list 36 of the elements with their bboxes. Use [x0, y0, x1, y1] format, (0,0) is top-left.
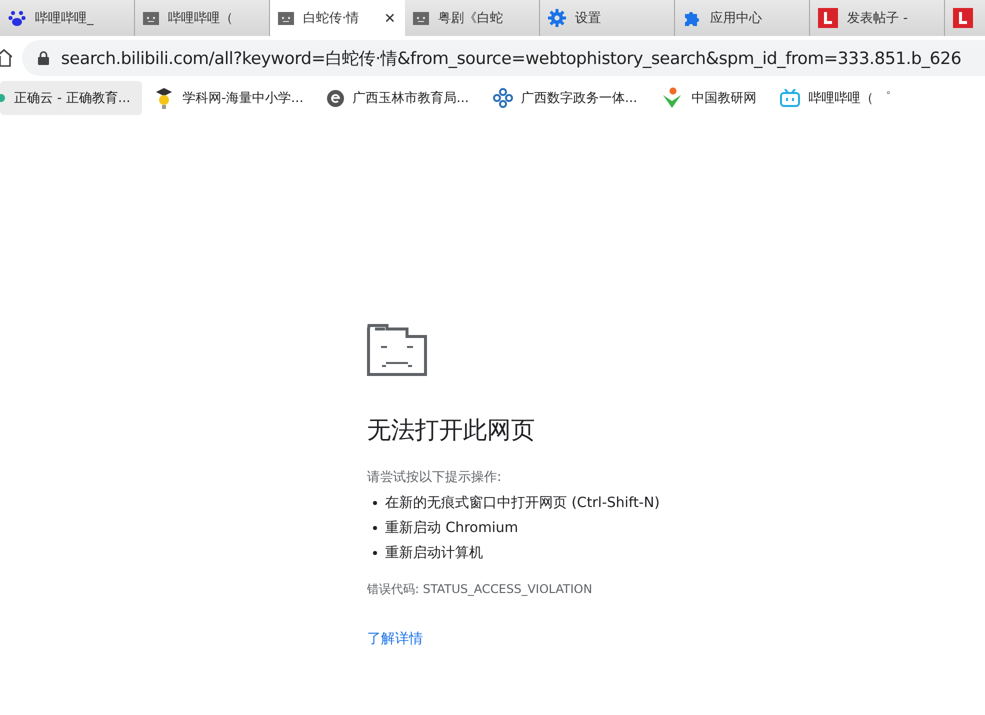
error-code: 错误代码: STATUS_ACCESS_VIOLATION	[367, 581, 594, 598]
logo-icon	[953, 8, 973, 28]
suggestion-text: 重新启动 Chromium	[385, 518, 518, 536]
suggestion-text: 在新的无痕式窗口中打开网页 (Ctrl-Shift-N)	[385, 494, 660, 512]
paw-icon	[8, 9, 26, 27]
bookmark[interactable]: 中国教研网	[661, 81, 768, 115]
graduate-icon	[154, 87, 174, 109]
suggestion-text: 重新启动计算机	[385, 544, 483, 562]
url-text: search.bilibili.com/all?keyword=白蛇传·情&from_source=webtophistory_search&spm_id_from=333.851.b_626	[61, 48, 962, 70]
learn-more-link[interactable]: 了解详情	[367, 630, 423, 648]
bookmark[interactable]: 学科网-海量中小学...	[154, 81, 316, 115]
error-title: 无法打开此网页	[367, 415, 536, 446]
bookmark[interactable]: 哔哩哔哩（ ゜	[780, 81, 902, 115]
knot-icon	[492, 88, 513, 108]
bookmark[interactable]: 正确云 - 正确教育...	[0, 81, 142, 115]
hint-text: 请尝试按以下提示操作:	[367, 469, 502, 486]
figure-icon	[661, 87, 684, 109]
home-icon[interactable]	[0, 49, 12, 67]
tv-icon	[780, 89, 800, 107]
address-bar[interactable]: search.bilibili.com/all?keyword=白蛇传·情&from_source=webtophistory_search&spm_id_from=333.851.b_626	[22, 40, 985, 76]
sad-folder-icon	[413, 11, 429, 25]
e-circle-icon	[327, 90, 344, 106]
bullet-icon	[373, 500, 377, 504]
puzzle-icon	[683, 9, 701, 27]
settings-icon	[548, 9, 566, 27]
sad-folder-icon	[143, 11, 159, 25]
close-tab-button[interactable]: ✕	[384, 10, 396, 26]
logo-icon	[818, 8, 838, 28]
bullet-icon	[373, 526, 377, 530]
sad-folder-icon	[278, 11, 294, 25]
bookmark[interactable]: 广西玉林市教育局...	[327, 81, 481, 115]
lock-icon	[38, 51, 49, 65]
bullet-icon	[373, 550, 377, 554]
bookmark[interactable]: 广西数字政务一体...	[492, 81, 650, 115]
sad-folder-icon	[367, 324, 427, 376]
browser-tab[interactable]: 白蛇传·情 ✕	[270, 0, 405, 36]
